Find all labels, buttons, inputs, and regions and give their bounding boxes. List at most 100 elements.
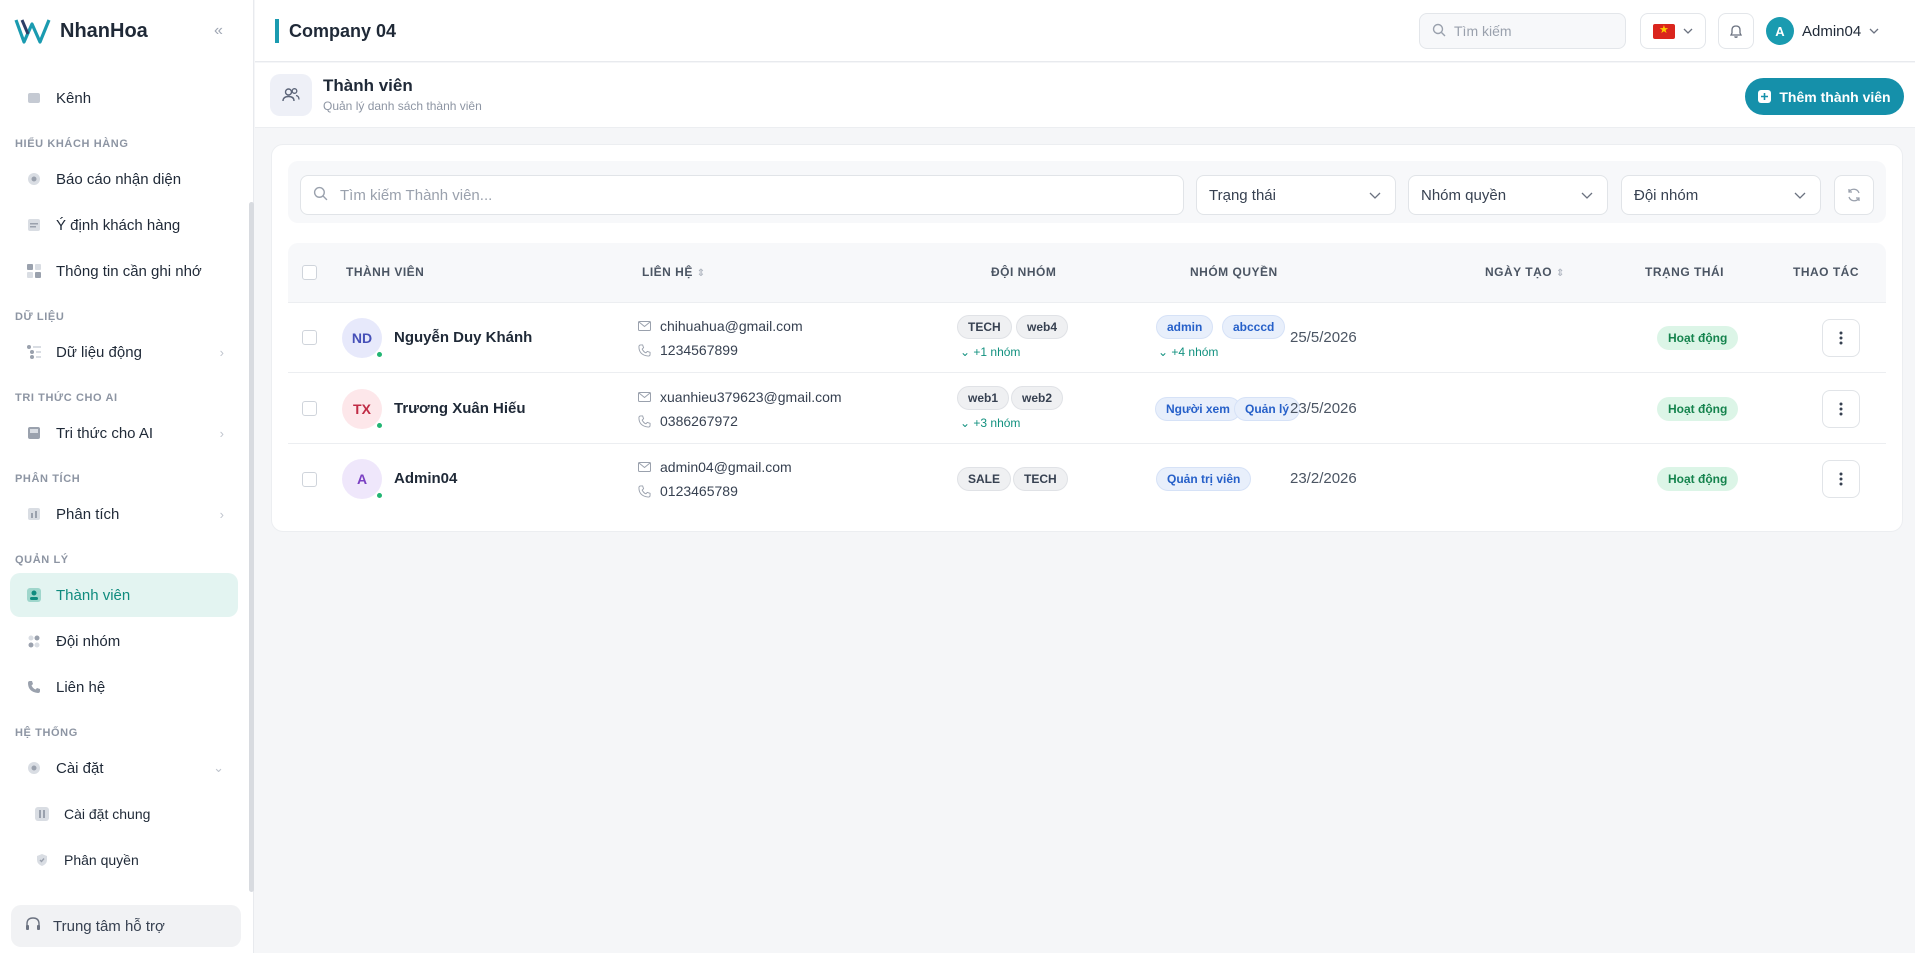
sidebar-section-title: HIỂU KHÁCH HÀNG <box>15 138 129 150</box>
help-center-button[interactable]: Trung tâm hỗ trợ <box>11 905 241 947</box>
row-checkbox[interactable] <box>302 472 317 487</box>
member-email[interactable]: admin04@gmail.com <box>638 459 792 475</box>
sidebar-section-title: TRI THỨC CHO AI <box>15 392 118 404</box>
sidebar-item-doi-nhom[interactable]: Đội nhóm <box>10 619 238 663</box>
member-name[interactable]: Admin04 <box>394 470 457 487</box>
row-actions-button[interactable] <box>1822 460 1860 498</box>
team-more-toggle[interactable]: ⌄ +3 nhóm <box>960 416 1020 430</box>
collapse-sidebar-icon[interactable]: « <box>214 22 223 40</box>
phone-text: 1234567899 <box>660 342 738 358</box>
phone-text: 0123465789 <box>660 483 738 499</box>
col-header-created[interactable]: NGÀY TẠO ⇕ <box>1485 265 1565 279</box>
avatar: TX <box>342 389 384 430</box>
member-search-input[interactable]: Tìm kiếm Thành viên... <box>300 175 1184 215</box>
status-filter-label: Trạng thái <box>1209 186 1276 204</box>
refresh-icon <box>1848 188 1860 202</box>
add-member-button[interactable]: Thêm thành viên <box>1745 78 1904 115</box>
chevron-down-icon <box>1369 192 1381 199</box>
sidebar-section-title: PHÂN TÍCH <box>15 473 81 485</box>
user-name: Admin04 <box>1802 22 1862 40</box>
filter-bar: Tìm kiếm Thành viên... Trạng thái Nhóm q… <box>288 161 1886 223</box>
role-more-toggle[interactable]: ⌄ +4 nhóm <box>1158 345 1218 359</box>
phone-text: 0386267972 <box>660 413 738 429</box>
row-checkbox[interactable] <box>302 401 317 416</box>
table-header: THÀNH VIÊN LIÊN HỆ ⇕ ĐỘI NHÓM NHÓM QUYỀN… <box>288 243 1886 303</box>
kebab-menu-icon <box>1839 331 1843 345</box>
members-card: Tìm kiếm Thành viên... Trạng thái Nhóm q… <box>271 144 1903 532</box>
sidebar-item-label: Phân tích <box>56 505 120 523</box>
sidebar-item-tri-thuc-cho-ai[interactable]: Tri thức cho AI › <box>10 411 238 455</box>
knowledge-icon <box>26 425 42 441</box>
sidebar-item-label: Cài đặt chung <box>64 806 151 822</box>
team-tag: web4 <box>1016 315 1069 339</box>
row-checkbox[interactable] <box>302 330 317 345</box>
team-more-label: +3 nhóm <box>973 416 1021 430</box>
team-filter-select[interactable]: Đội nhóm <box>1621 175 1821 215</box>
table-row: A Admin04 admin04@gmail.com 0123465789 S… <box>288 445 1886 515</box>
notifications-button[interactable] <box>1718 13 1754 49</box>
role-more-label: +4 nhóm <box>1171 345 1219 359</box>
sidebar-item-kenh[interactable]: Kênh <box>10 76 238 120</box>
analytics-icon <box>26 506 42 522</box>
team-tag: web2 <box>1011 386 1064 410</box>
online-indicator <box>375 491 384 500</box>
member-email[interactable]: xuanhieu379623@gmail.com <box>638 389 842 405</box>
intent-icon <box>26 217 42 233</box>
vietnam-flag-icon <box>1653 23 1675 39</box>
nhanhoa-logo-icon <box>14 19 51 44</box>
search-icon <box>313 186 328 205</box>
select-all-checkbox[interactable] <box>302 265 317 280</box>
table-row: TX Trương Xuân Hiếu xuanhieu379623@gmail… <box>288 374 1886 444</box>
company-name[interactable]: Company 04 <box>275 19 396 43</box>
role-tag: Người xem <box>1155 397 1241 421</box>
team-more-toggle[interactable]: ⌄ +1 nhóm <box>960 345 1020 359</box>
sidebar-item-lien-he[interactable]: Liên hệ <box>10 665 238 709</box>
global-search-input[interactable]: Tìm kiếm <box>1419 13 1626 49</box>
sidebar-item-phan-quyen[interactable]: Phân quyền <box>10 838 238 882</box>
report-icon <box>26 171 42 187</box>
status-badge: Hoạt động <box>1657 326 1739 350</box>
refresh-button[interactable] <box>1834 175 1874 215</box>
chevron-down-icon <box>1869 28 1879 34</box>
sidebar-item-phan-tich[interactable]: Phân tích › <box>10 492 238 536</box>
mail-icon <box>638 321 652 331</box>
member-phone[interactable]: 1234567899 <box>638 342 738 358</box>
created-date: 23/5/2026 <box>1290 400 1357 417</box>
col-header-member: THÀNH VIÊN <box>346 265 425 279</box>
page-header: Thành viên Quản lý danh sách thành viên … <box>255 63 1915 128</box>
sidebar-item-label: Phân quyền <box>64 852 139 868</box>
role-group-filter-select[interactable]: Nhóm quyền <box>1408 175 1608 215</box>
sidebar-item-du-lieu-dong[interactable]: Dữ liệu động › <box>10 330 238 374</box>
sidebar-item-thanh-vien[interactable]: Thành viên <box>10 573 238 617</box>
member-icon <box>26 587 42 603</box>
team-filter-label: Đội nhóm <box>1634 186 1699 204</box>
role-group-filter-label: Nhóm quyền <box>1421 186 1507 204</box>
sidebar: NhanHoa « Kênh HIỂU KHÁCH HÀNG Báo cáo n… <box>0 0 254 953</box>
sidebar-item-cai-dat[interactable]: Cài đặt ⌄ <box>10 746 238 790</box>
sidebar-item-label: Đội nhóm <box>56 632 121 650</box>
user-menu[interactable]: A Admin04 <box>1766 13 1896 49</box>
row-actions-button[interactable] <box>1822 390 1860 428</box>
plus-square-icon <box>1758 90 1772 103</box>
col-header-status: TRẠNG THÁI <box>1645 265 1724 279</box>
sidebar-item-y-dinh-khach-hang[interactable]: Ý định khách hàng <box>10 203 238 247</box>
team-tag: TECH <box>957 315 1012 339</box>
kebab-menu-icon <box>1839 402 1843 416</box>
bell-icon <box>1729 25 1743 38</box>
member-name[interactable]: Nguyễn Duy Khánh <box>394 329 532 346</box>
language-selector[interactable] <box>1640 13 1706 49</box>
member-phone[interactable]: 0386267972 <box>638 413 738 429</box>
status-filter-select[interactable]: Trạng thái <box>1196 175 1396 215</box>
sidebar-item-thong-tin-can-ghi-nho[interactable]: Thông tin cần ghi nhớ <box>10 249 238 293</box>
col-header-contact[interactable]: LIÊN HỆ ⇕ <box>642 265 706 279</box>
member-phone[interactable]: 0123465789 <box>638 483 738 499</box>
row-actions-button[interactable] <box>1822 319 1860 357</box>
dynamic-data-icon <box>26 344 42 360</box>
sidebar-item-cai-dat-chung[interactable]: Cài đặt chung <box>10 792 238 836</box>
chevron-down-icon: ⌄ <box>213 760 224 775</box>
sidebar-item-bao-cao-nhan-dien[interactable]: Báo cáo nhận diện <box>10 157 238 201</box>
brand-logo[interactable]: NhanHoa <box>14 15 148 47</box>
sidebar-scrollbar[interactable] <box>249 202 254 892</box>
member-name[interactable]: Trương Xuân Hiếu <box>394 400 526 417</box>
member-email[interactable]: chihuahua@gmail.com <box>638 318 803 334</box>
